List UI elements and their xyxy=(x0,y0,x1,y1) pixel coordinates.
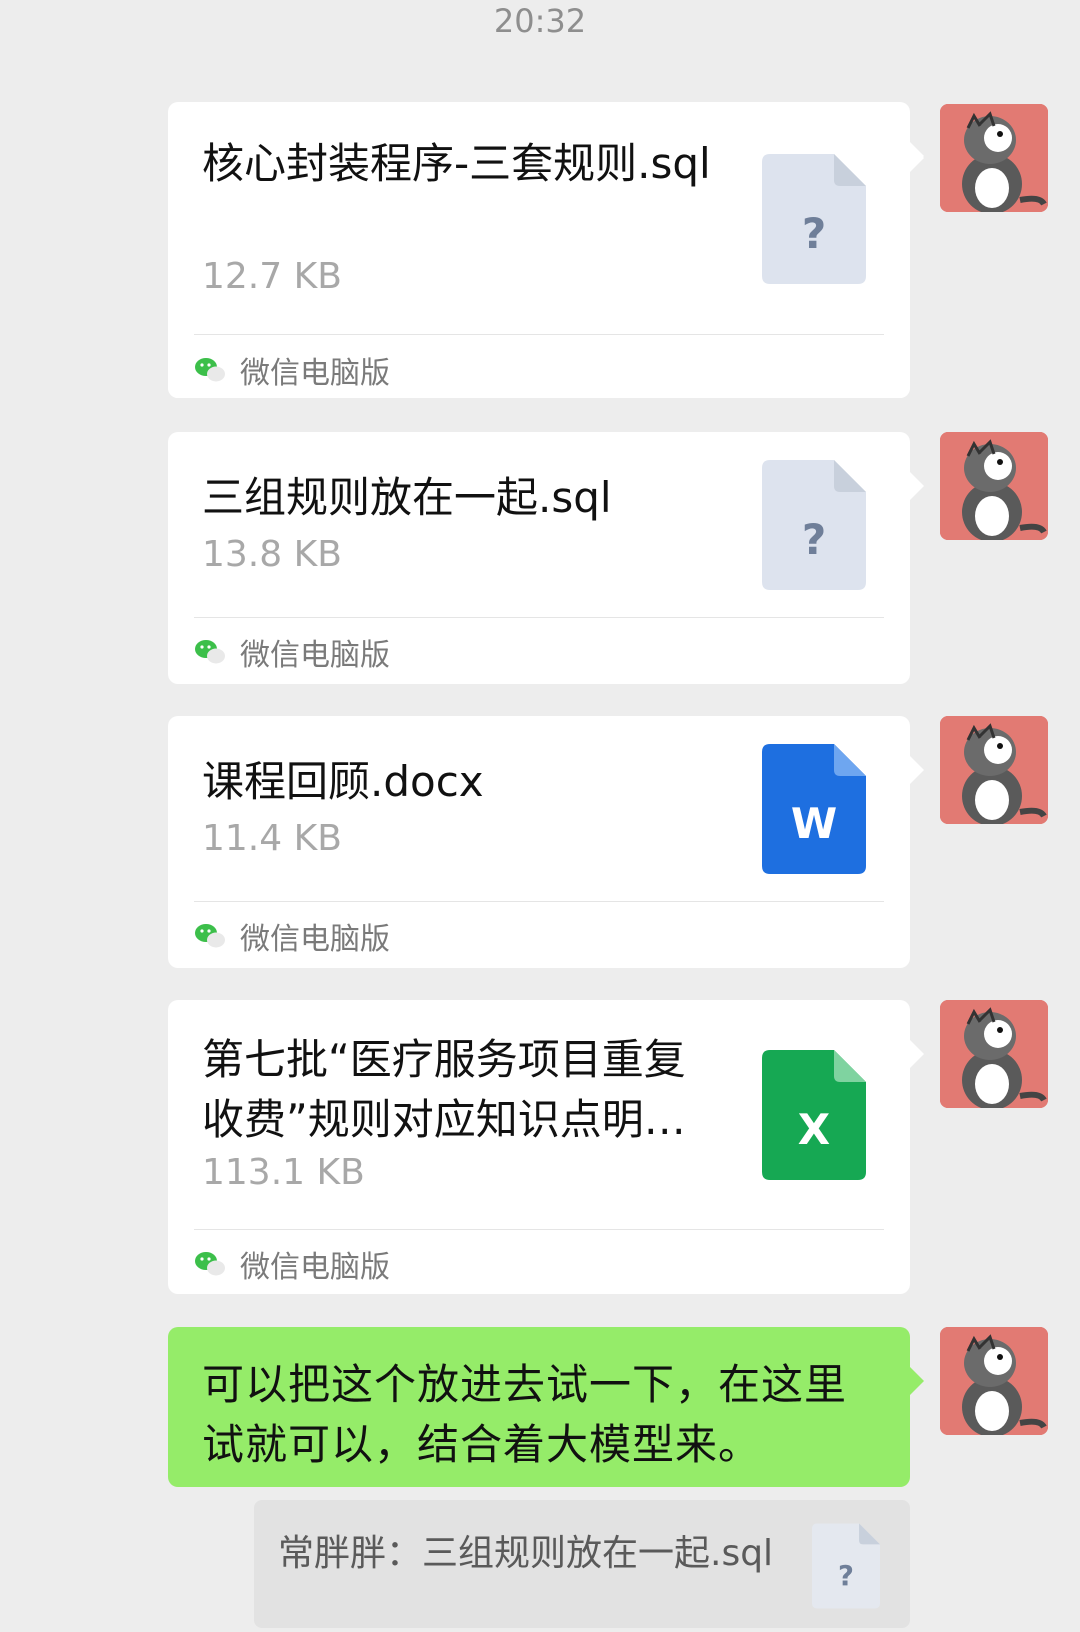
quote-text: 常胖胖：三组规则放在一起.sql xyxy=(278,1533,774,1574)
file-name-2: 三组规则放在一起.sql xyxy=(202,473,612,522)
file-bubble-4[interactable]: 第七批“医疗服务项目重复收费”规则对应知识点明… 113.1 KB X 微信电脑… xyxy=(168,1000,924,1294)
svg-text:?: ? xyxy=(838,1561,854,1592)
source-text: 微信电脑版 xyxy=(240,1250,390,1285)
svg-text:?: ? xyxy=(802,209,826,258)
avatar[interactable] xyxy=(940,1327,1048,1435)
file-size-1: 12.7 KB xyxy=(202,256,342,297)
file-size-2: 13.8 KB xyxy=(202,534,342,575)
file-name-4: 第七批“医疗服务项目重复收费”规则对应知识点明… xyxy=(202,1035,686,1144)
file-size-4: 113.1 KB xyxy=(202,1152,365,1193)
file-size-3: 11.4 KB xyxy=(202,818,342,859)
source-text: 微信电脑版 xyxy=(240,356,390,391)
source-label: 微信电脑版 xyxy=(194,1242,390,1286)
file-bubble-3[interactable]: 课程回顾.docx 11.4 KB W 微信电脑版 xyxy=(168,716,924,968)
quoted-reply[interactable]: 常胖胖：三组规则放在一起.sql ? xyxy=(254,1500,910,1628)
bubble-divider xyxy=(194,1229,884,1230)
avatar[interactable] xyxy=(940,432,1048,540)
avatar[interactable] xyxy=(940,104,1048,212)
source-text: 微信电脑版 xyxy=(240,638,390,673)
wechat-icon xyxy=(195,924,225,948)
svg-text:?: ? xyxy=(802,515,826,564)
bubble-divider xyxy=(194,334,884,335)
chat-timestamp: 20:32 xyxy=(493,2,587,40)
source-label: 微信电脑版 xyxy=(194,630,390,674)
file-name-1: 核心封装程序-三套规则.sql xyxy=(202,139,711,188)
unknown-file-icon: ? xyxy=(762,154,866,284)
svg-text:W: W xyxy=(791,799,837,848)
wechat-icon xyxy=(195,1252,225,1276)
bubble-divider xyxy=(194,617,884,618)
avatar[interactable] xyxy=(940,1000,1048,1108)
unknown-file-icon: ? xyxy=(812,1523,880,1609)
word-file-icon: W xyxy=(762,744,866,874)
text-message-bubble[interactable]: 可以把这个放进去试一下，在这里试就可以，结合着大模型来。 xyxy=(168,1327,924,1487)
bubble-divider xyxy=(194,901,884,902)
wechat-icon xyxy=(195,640,225,664)
file-name-3: 课程回顾.docx xyxy=(202,757,484,806)
file-bubble-1[interactable]: 核心封装程序-三套规则.sql 12.7 KB ? 微信电脑版 xyxy=(168,104,924,398)
excel-file-icon: X xyxy=(762,1050,866,1180)
file-bubble-2[interactable]: 三组规则放在一起.sql 13.8 KB ? 微信电脑版 xyxy=(168,432,924,684)
wechat-icon xyxy=(195,358,225,382)
source-label: 微信电脑版 xyxy=(194,914,390,958)
avatar[interactable] xyxy=(940,716,1048,824)
source-label: 微信电脑版 xyxy=(194,348,390,392)
svg-text:X: X xyxy=(798,1105,830,1154)
unknown-file-icon: ? xyxy=(762,460,866,590)
message-text: 可以把这个放进去试一下，在这里试就可以，结合着大模型来。 xyxy=(202,1360,848,1469)
source-text: 微信电脑版 xyxy=(240,922,390,957)
